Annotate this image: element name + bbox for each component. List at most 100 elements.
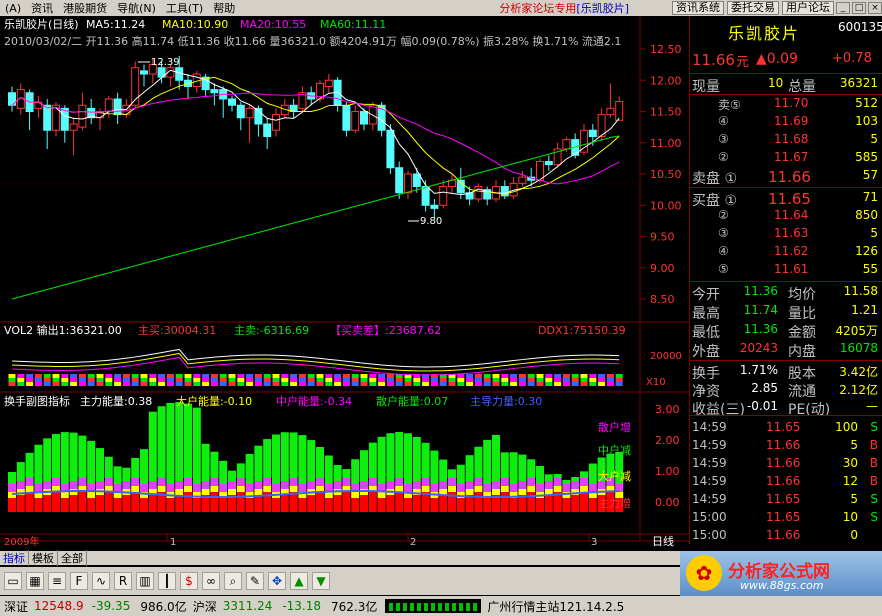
volume-bar xyxy=(580,378,588,382)
current-vol-label: 现量 xyxy=(692,79,720,95)
volume-bar xyxy=(17,374,25,378)
cell: ④ xyxy=(718,114,729,128)
volume-bar xyxy=(351,374,359,378)
forum-button[interactable]: 用户论坛 xyxy=(782,1,834,15)
energy-bar xyxy=(96,495,104,512)
volume-bar xyxy=(554,378,562,382)
volume-bar xyxy=(466,378,474,382)
tab-template[interactable]: 模板 xyxy=(29,550,58,566)
candle-body xyxy=(562,139,571,150)
tab-indicator[interactable]: 指标 xyxy=(0,550,29,566)
chart-icon[interactable]: ▦ xyxy=(26,572,44,590)
indicator-title: 换手副图指标 xyxy=(4,394,70,408)
volume-bar xyxy=(26,382,34,386)
volume-bar xyxy=(70,374,78,378)
arrow-down-icon[interactable]: ▼ xyxy=(312,572,330,590)
energy-bar xyxy=(245,453,254,484)
period-label[interactable]: 日线 xyxy=(652,534,674,548)
energy-bar xyxy=(500,492,509,512)
cell: 11.61 xyxy=(774,262,809,276)
energy-bar xyxy=(34,444,43,484)
cell: 30 xyxy=(842,456,858,470)
move-icon[interactable]: ✥ xyxy=(268,572,286,590)
minimize-icon[interactable]: _ xyxy=(836,2,850,14)
volume-bar xyxy=(369,378,377,382)
volume-bar xyxy=(378,382,386,386)
maximize-icon[interactable]: □ xyxy=(852,2,866,14)
energy-bar xyxy=(562,484,571,492)
energy-bar xyxy=(25,478,34,486)
volume-bar xyxy=(483,382,491,386)
volume-bar xyxy=(430,382,438,386)
cell: 585 xyxy=(855,150,878,164)
energy-bar xyxy=(456,484,465,492)
bar-chart-icon[interactable]: ▥ xyxy=(136,572,154,590)
menu-item-a[interactable]: (A) xyxy=(0,2,26,15)
cell: 3.42亿 xyxy=(839,365,878,379)
cell: S xyxy=(870,492,878,506)
mid-decrease-label: 中户减 xyxy=(598,443,631,457)
kline-chart[interactable]: 乐凯胶片(日线) MA5:11.24 MA10:10.90 MA20:10.55… xyxy=(0,16,689,551)
link-icon[interactable]: ∞ xyxy=(202,572,220,590)
draw-icon[interactable]: ✎ xyxy=(246,572,264,590)
trade-button[interactable]: 委托交易 xyxy=(727,1,779,15)
energy-bar xyxy=(395,432,404,478)
menu-item-help[interactable]: 帮助 xyxy=(208,0,240,16)
volume-bar xyxy=(527,378,535,382)
tick-row: 14:59 11.66 12 B xyxy=(692,474,880,491)
zoom-icon[interactable]: ⌕ xyxy=(224,572,242,590)
tab-all[interactable]: 全部 xyxy=(58,550,87,566)
energy-bar xyxy=(113,466,122,484)
energy-bar xyxy=(298,435,307,484)
energy-bar xyxy=(52,478,60,486)
volume-bar xyxy=(580,382,588,386)
candle-body xyxy=(175,67,184,81)
energy-bar xyxy=(544,495,553,512)
volume-bar xyxy=(571,374,579,378)
volume-bar xyxy=(158,378,166,382)
close-icon[interactable]: × xyxy=(868,2,882,14)
menu-item-nav[interactable]: 导航(N) xyxy=(112,0,161,16)
rsi-icon[interactable]: R xyxy=(114,572,132,590)
energy-bar xyxy=(580,492,588,512)
candle-body xyxy=(368,104,377,125)
cell: 均价 xyxy=(788,287,816,303)
list-icon[interactable]: ≡ xyxy=(48,572,66,590)
f10-icon[interactable]: F xyxy=(70,572,88,590)
energy-bar xyxy=(430,450,439,484)
volume-bar xyxy=(254,382,262,386)
energy-bar xyxy=(307,440,316,481)
volume-bar xyxy=(96,378,104,382)
volume-bar xyxy=(140,374,148,378)
open-file-icon[interactable]: ▭ xyxy=(4,572,22,590)
price-axis-label: 12.50 xyxy=(650,43,682,56)
dollar-icon[interactable]: $ xyxy=(180,572,198,590)
candle-icon[interactable]: ┃ xyxy=(158,572,176,590)
energy-bar xyxy=(289,486,298,492)
ddx-label: DDX1:75150.39 xyxy=(538,324,626,337)
cell: 内盘 xyxy=(788,344,816,360)
menu-item-hk[interactable]: 港股期货 xyxy=(58,0,112,16)
volume-bar xyxy=(219,378,227,382)
energy-bar xyxy=(219,484,228,492)
energy-bar xyxy=(254,489,263,495)
tool-icon-bar: ▭ ▦ ≡ F ∿ R ▥ ┃ $ ∞ ⌕ ✎ ✥ ▲ ▼ xyxy=(0,567,680,595)
candle-body xyxy=(140,70,148,75)
energy-bar xyxy=(245,484,254,492)
volume-bar xyxy=(219,374,227,378)
cell: 11.58 xyxy=(843,284,878,298)
energy-bar xyxy=(421,442,430,478)
volume-bar xyxy=(237,382,245,386)
news-system-button[interactable]: 资讯系统 xyxy=(672,1,724,15)
menu-item-news[interactable]: 资讯 xyxy=(26,0,58,16)
line-chart-icon[interactable]: ∿ xyxy=(92,572,110,590)
volume-bar xyxy=(131,378,139,382)
energy-bar xyxy=(175,402,184,481)
arrow-up-icon[interactable]: ▲ xyxy=(290,572,308,590)
energy-bar xyxy=(289,492,298,512)
candle-body xyxy=(386,129,395,169)
sh-index-value: 3311.24 xyxy=(222,599,273,613)
menu-item-tools[interactable]: 工具(T) xyxy=(161,0,208,16)
energy-bar xyxy=(140,449,148,484)
date-month-1: 1 xyxy=(170,537,176,548)
